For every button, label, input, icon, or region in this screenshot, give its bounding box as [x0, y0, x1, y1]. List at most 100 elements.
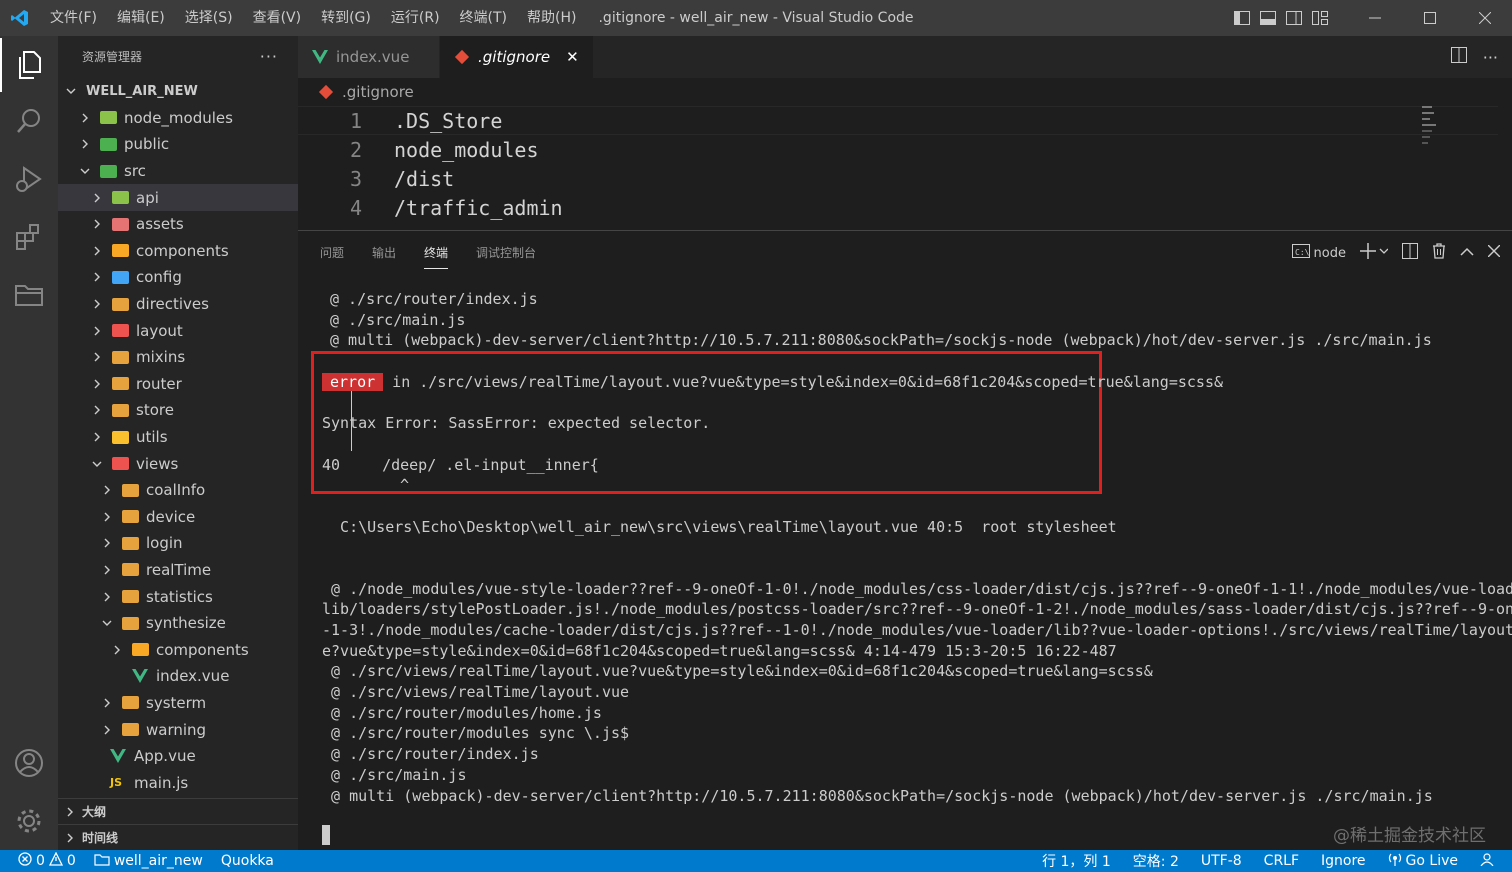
- language-mode[interactable]: Ignore: [1321, 853, 1366, 869]
- close-panel-icon[interactable]: [1487, 244, 1501, 261]
- settings-gear-icon[interactable]: [0, 794, 58, 848]
- tree-item-index-vue[interactable]: index.vue: [58, 663, 298, 690]
- folder-manager-icon[interactable]: [0, 268, 58, 322]
- outline-section[interactable]: 大纲: [58, 798, 298, 824]
- menu-view[interactable]: 查看(V): [243, 0, 312, 36]
- tree-item-systerm[interactable]: systerm: [58, 690, 298, 717]
- timeline-section[interactable]: 时间线: [58, 824, 298, 850]
- tree-item-synthesize[interactable]: synthesize: [58, 610, 298, 637]
- tab-debug-console[interactable]: 调试控制台: [476, 231, 536, 275]
- tree-item-statistics[interactable]: statistics: [58, 583, 298, 610]
- tree-item-directives[interactable]: directives: [58, 291, 298, 318]
- tree-item-api[interactable]: api: [58, 184, 298, 211]
- tree-item-layout[interactable]: layout: [58, 317, 298, 344]
- maximize-panel-icon[interactable]: [1460, 246, 1474, 261]
- terminal-output[interactable]: @ ./src/router/index.js @ ./src/main.js …: [322, 289, 1512, 806]
- customize-layout-icon[interactable]: [1307, 0, 1333, 36]
- config-folder-icon: [112, 270, 129, 284]
- account-status-icon[interactable]: [1480, 852, 1494, 870]
- indentation[interactable]: 空格: 2: [1133, 851, 1179, 871]
- tree-item-synthesize-components[interactable]: components: [58, 636, 298, 663]
- terminal-line: @ ./node_modules/vue-style-loader??ref--…: [322, 579, 1512, 598]
- tab-output[interactable]: 输出: [372, 231, 396, 275]
- tab-problems[interactable]: 问题: [320, 231, 344, 275]
- activity-bar: [0, 36, 58, 850]
- explorer-icon[interactable]: [0, 38, 58, 92]
- tree-item-router[interactable]: router: [58, 371, 298, 398]
- problems-status[interactable]: 0 0: [18, 851, 76, 870]
- tree-item-assets[interactable]: assets: [58, 211, 298, 238]
- tree-item-public[interactable]: public: [58, 131, 298, 158]
- go-live-button[interactable]: Go Live: [1388, 852, 1458, 870]
- account-icon[interactable]: [0, 736, 58, 790]
- tree-item-store[interactable]: store: [58, 397, 298, 424]
- tab-terminal[interactable]: 终端: [424, 231, 449, 275]
- folder-icon: [122, 536, 139, 550]
- split-terminal-icon[interactable]: [1402, 243, 1418, 263]
- bottom-panel: 问题 输出 终端 调试控制台 C:\ node @ ./src/router/i…: [298, 230, 1512, 850]
- line-ending[interactable]: CRLF: [1264, 853, 1299, 869]
- tree-item-config[interactable]: config: [58, 264, 298, 291]
- minimap[interactable]: [1422, 106, 1446, 156]
- components-folder-icon: [112, 244, 129, 258]
- tree-item-device[interactable]: device: [58, 504, 298, 531]
- quokka-status[interactable]: Quokka: [221, 853, 274, 869]
- terminal-line: @ ./src/router/modules/home.js: [322, 703, 602, 722]
- toggle-secondary-sidebar-icon[interactable]: [1281, 0, 1307, 36]
- vscode-logo-icon: [0, 0, 40, 36]
- search-icon[interactable]: [0, 94, 58, 148]
- workspace-status[interactable]: well_air_new: [94, 853, 203, 870]
- tab-gitignore[interactable]: .gitignore ✕: [440, 36, 594, 78]
- tree-item-src[interactable]: src: [58, 158, 298, 185]
- menu-go[interactable]: 转到(G): [311, 0, 381, 36]
- toggle-panel-icon[interactable]: [1255, 0, 1281, 36]
- tree-item-components[interactable]: components: [58, 238, 298, 265]
- warning-triangle-icon: [48, 851, 63, 870]
- workspace-root[interactable]: WELL_AIR_NEW: [58, 78, 298, 105]
- terminal-line: @ ./src/main.js: [322, 765, 467, 784]
- terminal-selector[interactable]: C:\ node: [1291, 244, 1346, 262]
- close-tab-icon[interactable]: ✕: [566, 48, 579, 66]
- breadcrumb: .gitignore: [298, 78, 1512, 106]
- menu-help[interactable]: 帮助(H): [517, 0, 586, 36]
- split-editor-icon[interactable]: [1450, 47, 1467, 67]
- tree-item-mixins[interactable]: mixins: [58, 344, 298, 371]
- terminal-line: @ ./src/router/index.js: [322, 745, 539, 764]
- tree-item-main-js[interactable]: JS main.js: [58, 769, 298, 796]
- more-actions-icon[interactable]: ···: [1483, 48, 1498, 67]
- trash-icon[interactable]: [1432, 243, 1446, 263]
- maximize-button[interactable]: [1402, 0, 1457, 36]
- menu-run[interactable]: 运行(R): [381, 0, 450, 36]
- chevron-right-icon: [90, 403, 104, 417]
- minimize-button[interactable]: [1347, 0, 1402, 36]
- tree-item-login[interactable]: login: [58, 530, 298, 557]
- run-debug-icon[interactable]: [0, 152, 58, 206]
- terminal-line: @ ./src/main.js: [330, 310, 466, 329]
- new-terminal-icon[interactable]: [1360, 243, 1389, 263]
- tree-item-realtime[interactable]: realTime: [58, 557, 298, 584]
- broadcast-icon: [1388, 852, 1402, 870]
- tab-index-vue[interactable]: index.vue: [298, 36, 440, 78]
- tree-item-warning[interactable]: warning: [58, 716, 298, 743]
- chevron-right-icon: [90, 270, 104, 284]
- code-editor[interactable]: 1 .DS_Store 2 node_modules 3/dist 4/traffi…: [298, 106, 1498, 230]
- encoding[interactable]: UTF-8: [1201, 853, 1242, 869]
- folder-icon: [122, 696, 139, 710]
- menu-terminal[interactable]: 终端(T): [450, 0, 517, 36]
- menu-file[interactable]: 文件(F): [40, 0, 107, 36]
- cursor-position[interactable]: 行 1，列 1: [1042, 851, 1111, 871]
- tree-item-app-vue[interactable]: App.vue: [58, 743, 298, 770]
- close-window-button[interactable]: [1457, 0, 1512, 36]
- menu-edit[interactable]: 编辑(E): [107, 0, 175, 36]
- tree-item-node-modules[interactable]: node_modules: [58, 105, 298, 132]
- terminal-line: @ ./src/views/realTime/layout.vue: [322, 683, 630, 702]
- terminal-line: @ multi (webpack)-dev-server/client?http…: [330, 331, 1432, 350]
- tree-item-coalinfo[interactable]: coalInfo: [58, 477, 298, 504]
- tree-item-views[interactable]: views: [58, 450, 298, 477]
- explorer-more-button[interactable]: ···: [260, 47, 278, 66]
- tree-item-utils[interactable]: utils: [58, 424, 298, 451]
- extensions-icon[interactable]: [0, 210, 58, 264]
- chevron-right-icon: [90, 350, 104, 364]
- menu-selection[interactable]: 选择(S): [175, 0, 243, 36]
- toggle-sidebar-icon[interactable]: [1229, 0, 1255, 36]
